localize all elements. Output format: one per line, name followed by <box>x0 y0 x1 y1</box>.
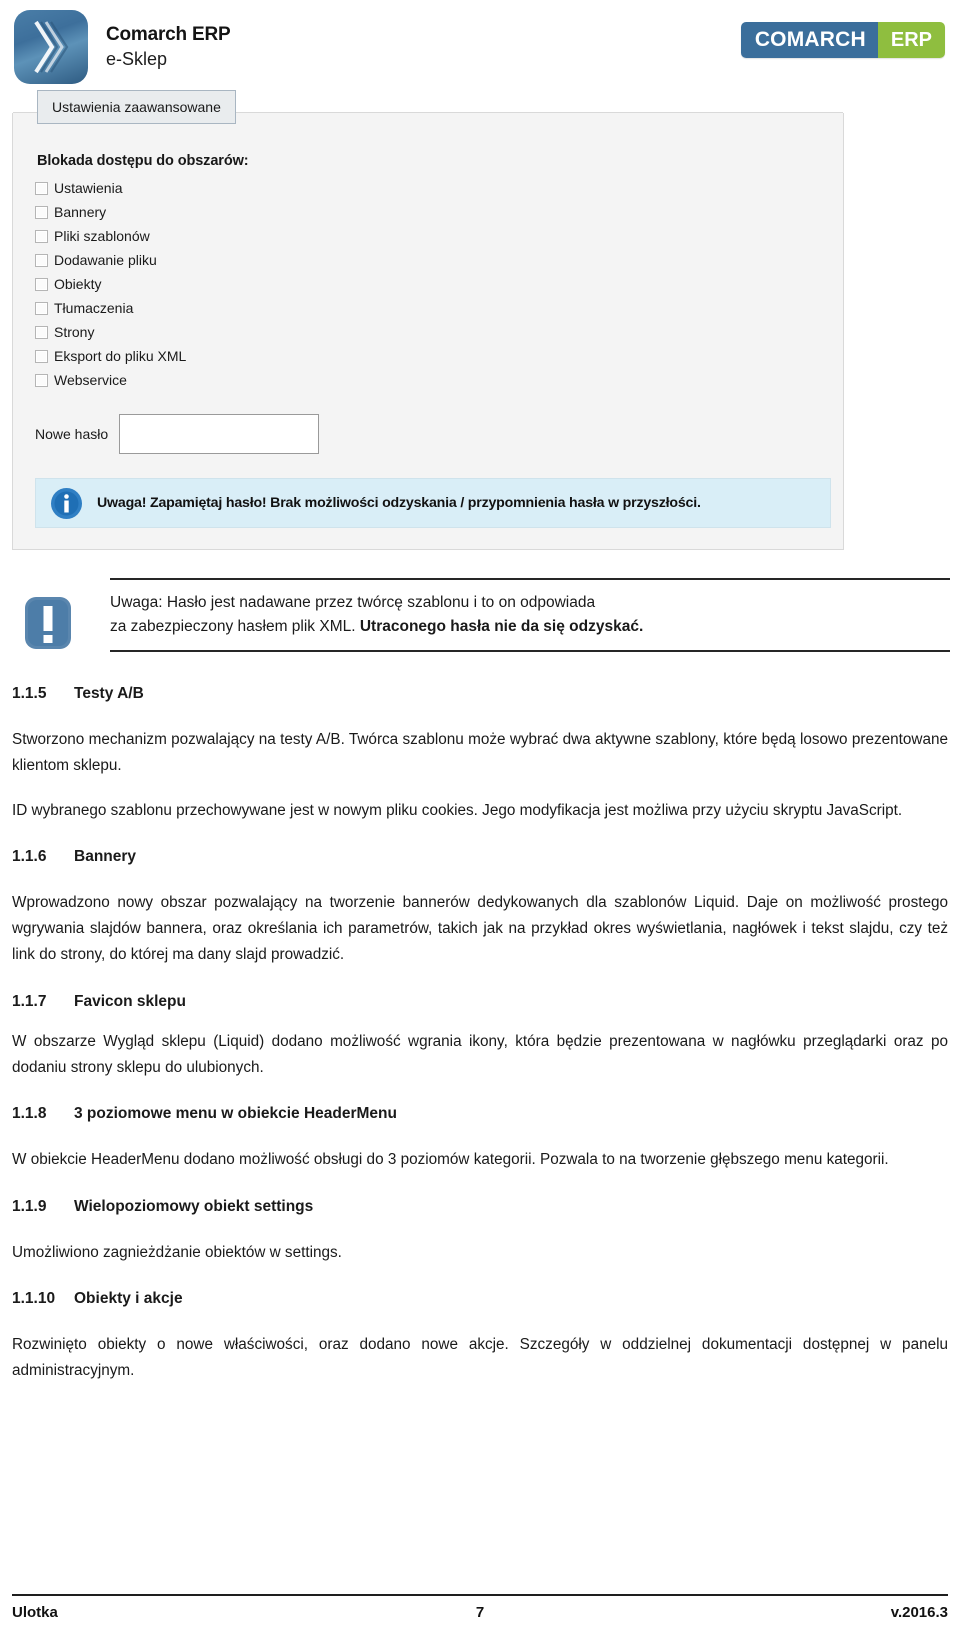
footer-version: v.2016.3 <box>890 1604 948 1621</box>
section-number: 1.1.6 <box>12 847 47 865</box>
checkbox-label: Bannery <box>54 204 107 220</box>
comarch-chevron-logo-icon <box>14 10 88 84</box>
checkbox-obiekty[interactable] <box>35 277 48 291</box>
checkbox-ustawienia[interactable] <box>35 181 48 195</box>
section-paragraph: W obszarze Wygląd sklepu (Liquid) dodano… <box>12 1032 948 1077</box>
callout-line-2-plain: za zabezpieczony hasłem plik XML. <box>110 618 360 636</box>
section-title: Obiekty i akcje <box>74 1289 183 1307</box>
checkbox-row[interactable]: Obiekty <box>35 272 843 296</box>
section-heading-1-1-9: 1.1.9 Wielopoziomowy obiekt settings <box>12 1198 948 1216</box>
section-number: 1.1.8 <box>12 1105 47 1123</box>
section-number: 1.1.5 <box>12 685 47 702</box>
section-paragraph: Rozwinięto obiekty o nowe właściwości, o… <box>12 1335 948 1380</box>
checkbox-dodawanie-pliku[interactable] <box>35 253 48 267</box>
page-footer: Ulotka 7 v.2016.3 <box>12 1594 948 1621</box>
password-warning-text: Uwaga! Zapamiętaj hasło! Brak możliwości… <box>97 495 701 511</box>
blokada-section-title: Blokada dostępu do obszarów: <box>37 153 249 169</box>
section-heading-1-1-7: 1.1.7 Favicon sklepu <box>12 993 948 1011</box>
checkbox-row[interactable]: Dodawanie pliku <box>35 248 843 272</box>
callout-line-2: za zabezpieczony hasłem plik XML. Utraco… <box>110 615 940 639</box>
checkbox-bannery[interactable] <box>35 205 48 219</box>
section-number: 1.1.9 <box>12 1197 47 1215</box>
callout-block: Uwaga: Hasło jest nadawane przez twórcę … <box>10 578 950 653</box>
embedded-screenshot-panel: Ustawienia zaawansowane Blokada dostępu … <box>12 90 844 550</box>
checkbox-label: Webservice <box>54 372 127 388</box>
section-paragraph: Stworzono mechanizm pozwalający na testy… <box>12 731 948 775</box>
new-password-row: Nowe hasło <box>35 414 843 454</box>
checkbox-row[interactable]: Bannery <box>35 200 843 224</box>
checkbox-label: Pliki szablonów <box>54 228 150 244</box>
callout-line-2-bold: Utraconego hasła nie da się odzyskać. <box>359 618 644 636</box>
section-number: 1.1.7 <box>12 992 47 1010</box>
section-paragraph: Wprowadzono nowy obszar pozwalający na t… <box>12 893 948 964</box>
brand-title: Comarch ERP <box>106 24 231 46</box>
page-header: Comarch ERP e-Sklep COMARCH ERP <box>0 0 960 100</box>
callout-line-1: Uwaga: Hasło jest nadawane przez twórcę … <box>110 594 596 611</box>
exclamation-mark-icon <box>22 594 74 652</box>
checkbox-tlumaczenia[interactable] <box>35 301 48 315</box>
area-blocking-checkbox-list: Ustawienia Bannery Pliki szablonów Dodaw… <box>35 176 843 392</box>
info-circle-icon <box>50 487 83 520</box>
footer-left-label: Ulotka <box>12 1604 58 1621</box>
section-number: 1.1.10 <box>12 1289 56 1307</box>
document-body: 1.1.5 Testy A/B Stworzono mechanizm pozw… <box>12 685 948 1385</box>
checkbox-label: Obiekty <box>54 276 102 292</box>
tab-label: Ustawienia zaawansowane <box>52 99 221 115</box>
checkbox-row[interactable]: Tłumaczenia <box>35 296 843 320</box>
checkbox-label: Tłumaczenia <box>54 300 134 316</box>
brand-subtitle: e-Sklep <box>106 48 168 69</box>
section-paragraph: W obiekcie HeaderMenu dodano możliwość o… <box>12 1151 889 1169</box>
checkbox-row[interactable]: Strony <box>35 320 843 344</box>
section-paragraph: ID wybranego szablonu przechowywane jest… <box>12 801 903 819</box>
section-heading-1-1-10: 1.1.10 Obiekty i akcje <box>12 1290 948 1308</box>
section-title: Favicon sklepu <box>74 992 186 1010</box>
section-paragraph: Umożliwiono zagnieżdżanie obiektów w set… <box>12 1243 342 1261</box>
section-heading-1-1-6: 1.1.6 Bannery <box>12 848 948 866</box>
password-warning-bar: Uwaga! Zapamiętaj hasło! Brak możliwości… <box>35 478 831 528</box>
section-heading-1-1-5: 1.1.5 Testy A/B <box>12 685 948 703</box>
corp-logo-erp-text: ERP <box>877 22 945 58</box>
tab-ustawienia-zaawansowane[interactable]: Ustawienia zaawansowane <box>37 90 236 124</box>
checkbox-label: Ustawienia <box>54 180 123 196</box>
checkbox-webservice[interactable] <box>35 373 48 387</box>
section-title: Testy A/B <box>74 685 144 702</box>
checkbox-eksport-do-pliku-xml[interactable] <box>35 349 48 363</box>
checkbox-row[interactable]: Ustawienia <box>35 176 843 200</box>
brand-block: Comarch ERP e-Sklep <box>14 10 231 84</box>
section-title: Wielopoziomowy obiekt settings <box>74 1197 314 1215</box>
checkbox-row[interactable]: Eksport do pliku XML <box>35 344 843 368</box>
new-password-input[interactable] <box>119 414 319 454</box>
comarch-erp-logo: COMARCH ERP <box>740 22 945 58</box>
checkbox-strony[interactable] <box>35 325 48 339</box>
new-password-label: Nowe hasło <box>35 426 109 442</box>
checkbox-label: Eksport do pliku XML <box>54 348 187 364</box>
section-heading-1-1-8: 1.1.8 3 poziomowe menu w obiekcie Header… <box>12 1105 948 1123</box>
footer-page-number: 7 <box>475 1604 485 1621</box>
checkbox-row[interactable]: Pliki szablonów <box>35 224 843 248</box>
checkbox-pliki-szablonow[interactable] <box>35 229 48 243</box>
checkbox-label: Strony <box>54 324 95 340</box>
callout-body: Uwaga: Hasło jest nadawane przez twórcę … <box>110 578 950 653</box>
checkbox-row[interactable]: Webservice <box>35 368 843 392</box>
corp-logo-comarch-text: COMARCH <box>740 22 878 58</box>
section-title: Bannery <box>74 847 137 865</box>
checkbox-label: Dodawanie pliku <box>54 252 157 268</box>
section-title: 3 poziomowe menu w obiekcie HeaderMenu <box>74 1105 397 1123</box>
